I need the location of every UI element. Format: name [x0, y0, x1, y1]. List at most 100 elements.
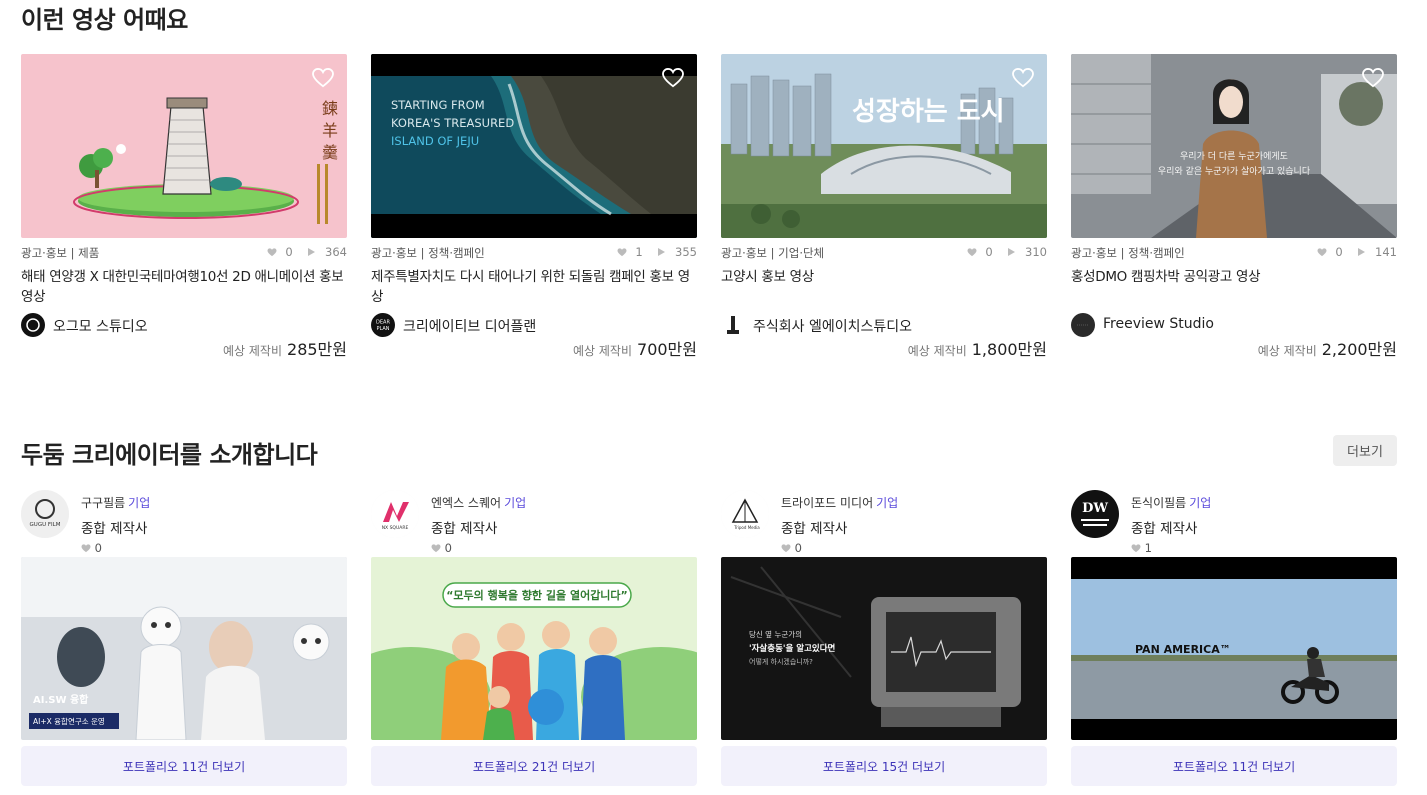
price-value: 2,200만원: [1321, 340, 1397, 359]
creator-portfolio-thumbnail[interactable]: PAN AMERICA™: [1071, 557, 1397, 740]
like-heart-icon: [81, 544, 91, 553]
video-title[interactable]: 해태 연양갱 X 대한민국테마여행10선 2D 애니메이션 홍보 영상: [21, 267, 347, 307]
thumb-caption-3: 어떻게 하시겠습니까?: [749, 657, 813, 666]
thumb-caption-2: '자살충동'을 알고있다면: [749, 643, 836, 654]
video-card[interactable]: STARTING FROM KOREA'S TREASURED ISLAND O…: [371, 54, 697, 359]
like-heart-icon: [1131, 544, 1141, 553]
heart-icon[interactable]: [662, 68, 684, 88]
video-category: 광고·홍보 | 정책·캠페인: [1071, 246, 1185, 260]
estimated-price: 예상 제작비 700만원: [573, 340, 697, 359]
studio-link[interactable]: 오그모 스튜디오: [21, 313, 347, 337]
portfolio-more-button[interactable]: 포트폴리오 11건 더보기: [21, 746, 347, 786]
studio-name: 주식회사 엘에이치스튜디오: [753, 319, 913, 335]
thumb-caption-1: AI.SW 융합: [33, 693, 89, 706]
play-icon: [658, 248, 666, 256]
creator-logo[interactable]: GUGU FILM: [21, 490, 69, 538]
video-category: 광고·홍보 | 기업·단체: [721, 246, 825, 260]
thumbnail-hospital-monitor: 당신 옆 누군가의 '자살충동'을 알고있다면 어떻게 하시겠습니까?: [721, 557, 1047, 740]
like-heart-icon: [431, 544, 441, 553]
studio-name: 오그모 스튜디오: [53, 319, 148, 335]
like-heart-icon: [1317, 248, 1327, 257]
creator-name[interactable]: 구구필름: [81, 496, 125, 510]
studio-logo: [721, 313, 745, 337]
heart-icon[interactable]: [1362, 68, 1384, 88]
svg-text:羊: 羊: [322, 121, 338, 140]
overlay-line-1: STARTING FROM: [391, 98, 485, 112]
like-count: 0: [985, 245, 993, 259]
thumb-caption-1: PAN AMERICA™: [1135, 643, 1231, 656]
overlay-line-3: ISLAND OF JEJU: [391, 134, 479, 148]
view-count: 364: [325, 245, 347, 259]
video-card[interactable]: 우리가 더 다른 누군가에게도 우리와 같은 누군가가 살아가고 있습니다 광고…: [1071, 54, 1397, 359]
creator-type: 종합 제작사: [431, 521, 498, 537]
video-category: 광고·홍보 | 정책·캠페인: [371, 246, 485, 260]
price-value: 700만원: [637, 340, 697, 359]
like-count: 1: [635, 245, 643, 259]
play-icon: [308, 248, 316, 256]
thumbnail-city-aerial: 성장하는 도시: [721, 54, 1047, 238]
svg-text:DW: DW: [1082, 501, 1108, 516]
creator-portfolio-thumbnail[interactable]: 당신 옆 누군가의 '자살충동'을 알고있다면 어떻게 하시겠습니까?: [721, 557, 1047, 740]
thumbnail-motorcycle-runway: PAN AMERICA™: [1071, 557, 1397, 740]
overlay-line-1: 성장하는 도시: [852, 97, 1005, 127]
portfolio-more-button[interactable]: 포트폴리오 21건 더보기: [371, 746, 697, 786]
like-heart-icon: [967, 248, 977, 257]
creator-logo[interactable]: Tripod Media: [721, 490, 769, 538]
creator-like-count: 1: [1144, 541, 1152, 555]
portfolio-more-button[interactable]: 포트폴리오 15건 더보기: [721, 746, 1047, 786]
creator-badge: 기업: [876, 496, 899, 510]
creator-portfolio-thumbnail[interactable]: “모두의 행복을 향한 길을 열어갑니다”: [371, 557, 697, 740]
video-thumbnail[interactable]: STARTING FROM KOREA'S TREASURED ISLAND O…: [371, 54, 697, 238]
creator-type: 종합 제작사: [781, 521, 848, 537]
like-count: 0: [285, 245, 293, 259]
thumb-caption-2: AI+X 융합연구소 운영: [33, 716, 105, 726]
like-heart-icon: [617, 248, 627, 257]
studio-link[interactable]: Freeview Studio: [1071, 313, 1397, 337]
thumbnail-robot-lab: AI.SW 융합 AI+X 융합연구소 운영: [21, 557, 347, 740]
video-thumbnail[interactable]: 우리가 더 다른 누군가에게도 우리와 같은 누군가가 살아가고 있습니다: [1071, 54, 1397, 238]
video-title[interactable]: 홍성DMO 캠핑차박 공익광고 영상: [1071, 267, 1397, 307]
price-value: 285만원: [287, 340, 347, 359]
creator-like-count: 0: [794, 541, 802, 555]
creator-name[interactable]: 돈식이필름: [1131, 496, 1186, 510]
video-card[interactable]: 성장하는 도시 광고·홍보 | 기업·단체 0 310 고양시 홍보 영상 주식…: [721, 54, 1047, 359]
studio-logo: [21, 313, 45, 337]
creator-portfolio-thumbnail[interactable]: AI.SW 융합 AI+X 융합연구소 운영: [21, 557, 347, 740]
like-count: 0: [1335, 245, 1343, 259]
portfolio-more-button[interactable]: 포트폴리오 11건 더보기: [1071, 746, 1397, 786]
studio-link[interactable]: DEAR PLAN 크리에이티브 디어플랜: [371, 313, 697, 337]
svg-text:PLAN: PLAN: [376, 326, 389, 332]
creator-badge: 기업: [504, 496, 527, 510]
studio-link[interactable]: 주식회사 엘에이치스튜디오: [721, 313, 1047, 337]
studio-logo: DEAR PLAN: [371, 313, 395, 337]
like-heart-icon: [267, 248, 277, 257]
thumbnail-family-illustration: “모두의 행복을 향한 길을 열어갑니다”: [371, 557, 697, 740]
more-creators-button[interactable]: 더보기: [1333, 435, 1397, 466]
svg-text:鍊: 鍊: [322, 99, 338, 118]
like-heart-icon: [781, 544, 791, 553]
video-title[interactable]: 제주특별자치도 다시 태어나기 위한 되돌림 캠페인 홍보 영상: [371, 267, 697, 307]
price-value: 1,800만원: [971, 340, 1047, 359]
creator-name[interactable]: 트라이포드 미디어: [781, 496, 873, 510]
svg-text:羹: 羹: [322, 143, 338, 162]
creator-logo[interactable]: NX SQUARE: [371, 490, 419, 538]
studio-logo: [1071, 313, 1095, 337]
thumb-caption-1: 당신 옆 누군가의: [749, 629, 802, 639]
creator-name[interactable]: 엔엑스 스퀘어: [431, 496, 501, 510]
section-title-creators: 두둠 크리에이터를 소개합니다: [21, 441, 318, 469]
video-thumbnail[interactable]: 성장하는 도시: [721, 54, 1047, 238]
heart-icon[interactable]: [312, 68, 334, 88]
creator-like-count: 0: [94, 541, 102, 555]
overlay-line-2: 우리와 같은 누군가가 살아가고 있습니다: [1158, 165, 1311, 177]
video-title[interactable]: 고양시 홍보 영상: [721, 267, 1047, 307]
svg-text:NX SQUARE: NX SQUARE: [382, 525, 409, 531]
play-icon: [1358, 248, 1366, 256]
video-card[interactable]: 鍊 羊 羹 광고·홍보 | 제품 0 364 해태 연양갱 X 대한민국테마여행…: [21, 54, 347, 359]
creator-type: 종합 제작사: [81, 521, 148, 537]
video-thumbnail[interactable]: 鍊 羊 羹: [21, 54, 347, 238]
studio-name: Freeview Studio: [1103, 316, 1214, 332]
heart-icon[interactable]: [1012, 68, 1034, 88]
overlay-line-1: 우리가 더 다른 누군가에게도: [1180, 151, 1288, 162]
estimated-price: 예상 제작비 285만원: [223, 340, 347, 359]
creator-logo[interactable]: DW: [1071, 490, 1119, 538]
